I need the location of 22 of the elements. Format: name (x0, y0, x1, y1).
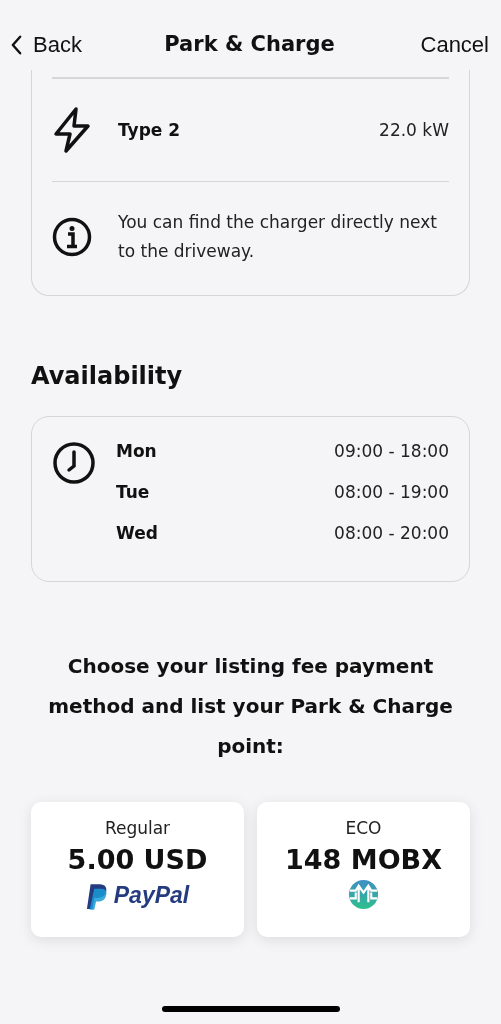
paypal-logo: PayPal (85, 879, 190, 911)
weekday: Mon (116, 441, 157, 461)
payment-prompt: Choose your listing fee payment method and list your Park & Charge point: (47, 653, 454, 760)
lightning-icon (52, 105, 92, 154)
clock-icon (52, 441, 96, 485)
cancel-button[interactable]: Cancel (420, 32, 489, 58)
weekday: Tue (116, 482, 150, 502)
chevron-left-icon (10, 34, 23, 56)
screen-title: Park & Charge (164, 32, 335, 58)
availability-heading: Availability (31, 362, 184, 392)
charger-note: You can find the charger directly next to the driveway. (118, 211, 438, 263)
power-rating: 22.0 kW (379, 119, 449, 140)
connector-type: Type 2 (118, 119, 181, 140)
info-icon (52, 217, 92, 257)
coin-logo-icon (348, 879, 379, 910)
payment-option[interactable]: ECO 148 MOBX (257, 802, 470, 937)
weekday: Wed (116, 523, 158, 543)
back-button[interactable]: Back (10, 32, 82, 58)
payment-option[interactable]: Regular 5.00 USD PayPal (31, 802, 244, 937)
opening-hours: 08:00 - 19:00 (334, 482, 449, 502)
opening-hours: 09:00 - 18:00 (334, 441, 449, 461)
opening-hours: 08:00 - 20:00 (334, 523, 449, 543)
